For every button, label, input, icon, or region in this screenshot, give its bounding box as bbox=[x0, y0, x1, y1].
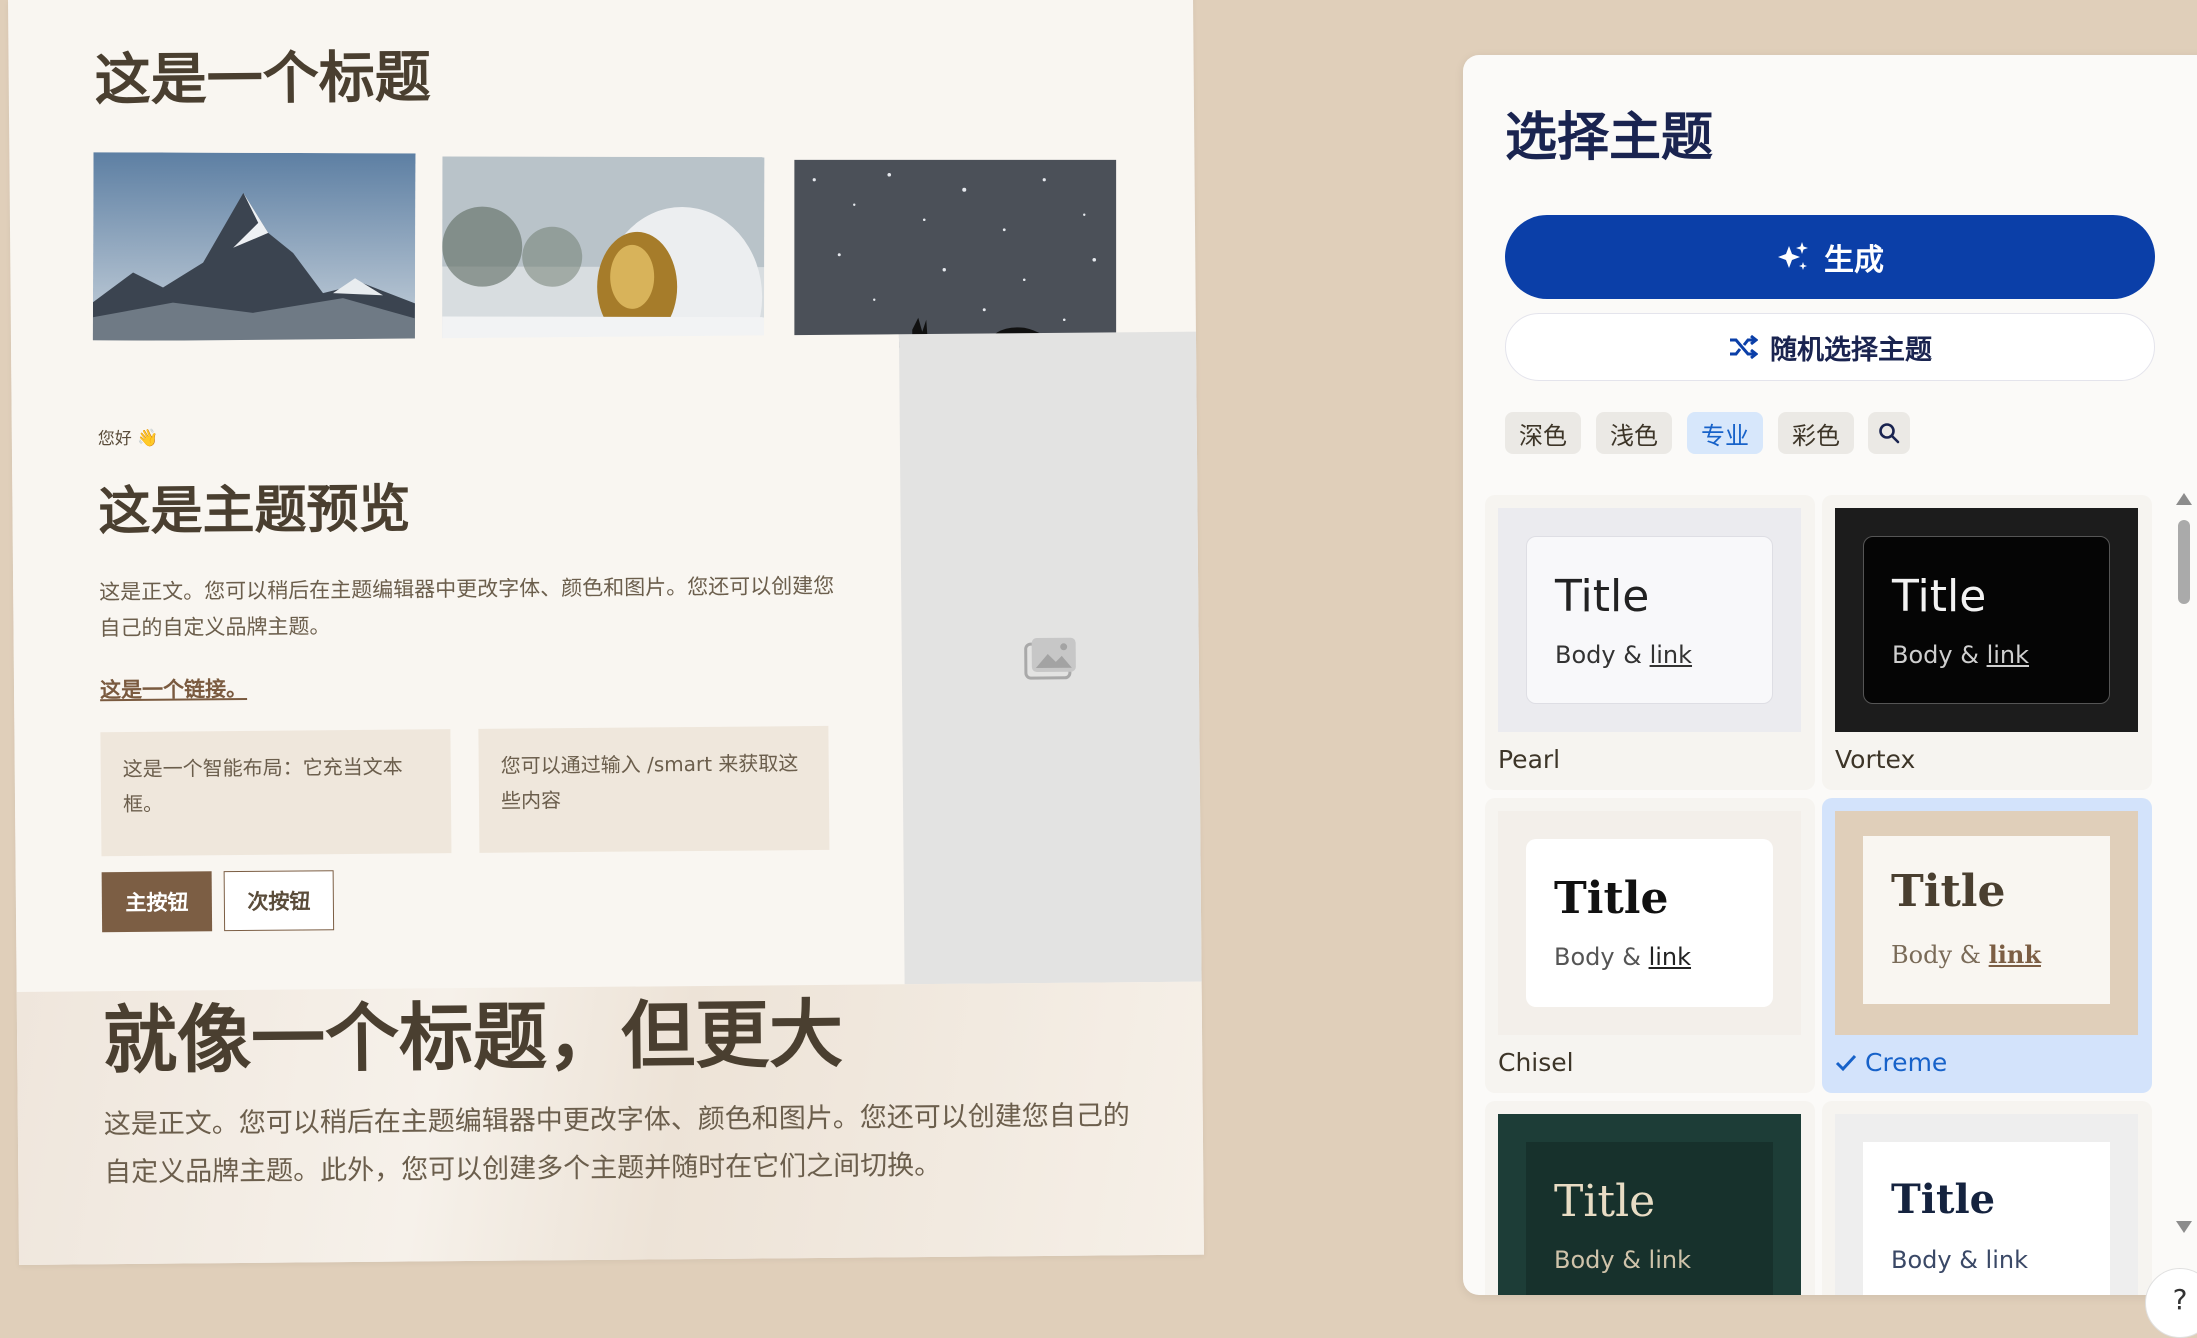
secondary-button[interactable]: 次按钮 bbox=[223, 870, 335, 932]
mountain-photo bbox=[92, 152, 416, 342]
theme-swatch: Title Body & link bbox=[1835, 508, 2138, 732]
random-theme-button[interactable]: 随机选择主题 bbox=[1505, 313, 2155, 381]
theme-title-sample: Title bbox=[1891, 1176, 1996, 1223]
theme-name: Creme bbox=[1865, 1048, 1948, 1077]
theme-body-sample: Body & link bbox=[1554, 943, 1691, 971]
theme-title-sample: Title bbox=[1891, 866, 2006, 917]
smart-layout-box: 这是一个智能布局：它充当文本框。 bbox=[100, 729, 452, 857]
body-text: Body & bbox=[1892, 641, 1987, 669]
filter-search-button[interactable] bbox=[1868, 412, 1910, 454]
theme-card-preview: Title Body & link bbox=[1863, 536, 2110, 704]
theme-swatch: Title Body & link bbox=[1835, 1114, 2138, 1295]
panel-title: 选择主题 bbox=[1505, 108, 1714, 168]
preview-title: 这是一个标题 bbox=[94, 45, 431, 114]
scrollbar-thumb[interactable] bbox=[2178, 520, 2190, 604]
generate-button[interactable]: 生成 bbox=[1505, 215, 2155, 299]
filter-chip-colorful[interactable]: 彩色 bbox=[1778, 412, 1854, 454]
generate-label: 生成 bbox=[1824, 243, 1884, 278]
body-text: Body & bbox=[1891, 941, 1989, 969]
theme-card-preview: Title Body & link bbox=[1526, 536, 1773, 704]
link-text: link bbox=[1986, 641, 2030, 669]
link-text: link bbox=[1649, 641, 1693, 669]
theme-card-preview: Title Body & link bbox=[1526, 1142, 1773, 1295]
shuffle-icon bbox=[1730, 334, 1758, 360]
theme-picker-panel: 选择主题 生成 随机选择主题 深色 浅色 专业 彩色 Title Body & … bbox=[1463, 55, 2197, 1295]
theme-card-preview: Title Body & link bbox=[1526, 839, 1773, 1007]
greeting-text: 您好 👋 bbox=[97, 428, 159, 450]
theme-name-selected: Creme bbox=[1835, 1048, 1947, 1077]
image-placeholder[interactable] bbox=[898, 331, 1203, 985]
astronaut-photo bbox=[442, 156, 765, 346]
theme-body-sample: Body & link bbox=[1891, 1246, 2029, 1274]
theme-body-sample: Body & link bbox=[1891, 940, 2041, 969]
theme-list-scrollbar[interactable] bbox=[2176, 493, 2192, 1233]
scroll-up-arrow-icon[interactable] bbox=[2176, 493, 2192, 505]
theme-swatch: Title Body & link bbox=[1498, 508, 1801, 732]
link-text: link bbox=[1648, 943, 1692, 971]
link-text: link bbox=[1988, 940, 2041, 969]
sparkle-icon bbox=[1778, 242, 1808, 270]
theme-swatch: Title Body & link bbox=[1498, 1114, 1801, 1295]
theme-title-sample: Title bbox=[1554, 873, 1669, 924]
theme-title-sample: Title bbox=[1554, 1176, 1656, 1227]
starry-sky-photo bbox=[794, 159, 1117, 348]
random-theme-label: 随机选择主题 bbox=[1770, 334, 1932, 366]
theme-swatch: Title Body & link bbox=[1835, 811, 2138, 1035]
theme-name: Pearl bbox=[1498, 745, 1561, 774]
theme-tile-dark-green[interactable]: Title Body & link bbox=[1485, 1101, 1815, 1295]
theme-card-preview: Title Body & link bbox=[1863, 836, 2110, 1004]
theme-body-sample: Body & link bbox=[1892, 641, 2029, 669]
primary-button[interactable]: 主按钮 bbox=[101, 871, 213, 933]
body-text: Body & bbox=[1555, 641, 1650, 669]
theme-card-preview: Title Body & link bbox=[1863, 1142, 2110, 1295]
preview-link[interactable]: 这是一个链接。 bbox=[100, 673, 247, 704]
theme-tile-chisel[interactable]: Title Body & link Chisel bbox=[1485, 798, 1815, 1093]
check-icon bbox=[1835, 1054, 1857, 1071]
theme-tile-vortex[interactable]: Title Body & link Vortex bbox=[1822, 495, 2152, 790]
filter-chip-professional[interactable]: 专业 bbox=[1687, 412, 1763, 454]
theme-name: Chisel bbox=[1498, 1048, 1574, 1077]
scroll-down-arrow-icon[interactable] bbox=[2176, 1221, 2192, 1233]
image-icon bbox=[1024, 637, 1076, 680]
preview-heading: 这是主题预览 bbox=[98, 479, 411, 543]
theme-name: Vortex bbox=[1835, 745, 1916, 774]
theme-body-sample: Body & link bbox=[1554, 1246, 1692, 1274]
preview-body-text: 这是正文。您可以稍后在主题编辑器中更改字体、颜色和图片。您还可以创建您自己的自定… bbox=[99, 573, 835, 641]
big-body-text: 这是正文。您可以稍后在主题编辑器中更改字体、颜色和图片。您还可以创建您自己的自定… bbox=[103, 1100, 1130, 1189]
filter-chip-light[interactable]: 浅色 bbox=[1596, 412, 1672, 454]
theme-title-sample: Title bbox=[1555, 571, 1650, 622]
search-icon bbox=[1879, 423, 1900, 444]
smart-layout-box: 您可以通过输入 /smart 来获取这些内容 bbox=[478, 725, 830, 853]
theme-body-sample: Body & link bbox=[1555, 641, 1692, 669]
theme-preview: 这是一个标题 您好 👋 这是主题预览 这是正文。您可以稍后在主题编辑器中更改字体… bbox=[8, 0, 1204, 1265]
body-text: Body & bbox=[1554, 943, 1649, 971]
theme-title-sample: Title bbox=[1892, 571, 1987, 622]
theme-tile-creme[interactable]: Title Body & link Creme bbox=[1822, 798, 2152, 1093]
filter-chip-dark[interactable]: 深色 bbox=[1505, 412, 1581, 454]
theme-tile-navy-serif[interactable]: Title Body & link bbox=[1822, 1101, 2152, 1295]
theme-tile-pearl[interactable]: Title Body & link Pearl bbox=[1485, 495, 1815, 790]
theme-swatch: Title Body & link bbox=[1498, 811, 1801, 1035]
big-heading: 就像一个标题，但更大 bbox=[102, 991, 844, 1085]
